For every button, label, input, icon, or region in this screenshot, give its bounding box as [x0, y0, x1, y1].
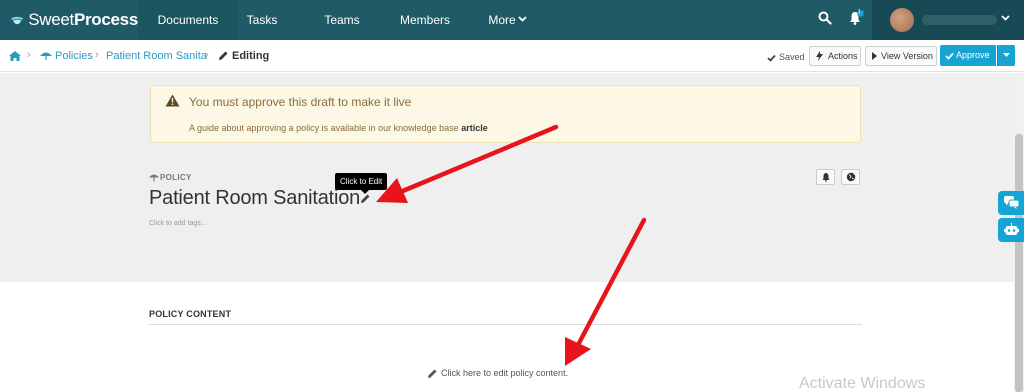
annotation-arrow-to-content-edit [565, 217, 647, 366]
annotation-arrow-to-title-edit [376, 124, 559, 203]
annotation-arrows [376, 124, 647, 366]
